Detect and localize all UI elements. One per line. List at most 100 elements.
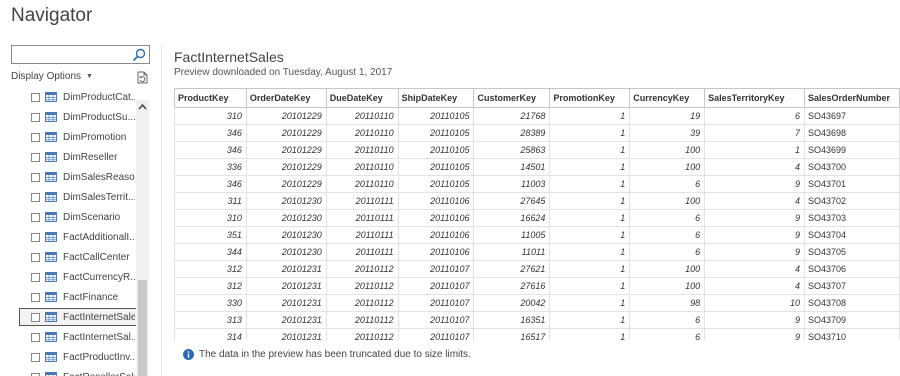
tree-item[interactable]: DimProductSu... — [19, 108, 145, 126]
tree-item[interactable]: FactFinance — [19, 288, 145, 306]
table-row: 314 20101231 20110112 20110107 16517 1 6 9 SO437… — [174, 328, 900, 340]
tree-item[interactable]: DimReseller — [19, 148, 145, 166]
preview-table: ProductKey OrderDateKey DueDateKey ShipDate… — [174, 88, 900, 340]
table-cell: 20042 — [473, 294, 551, 312]
tree-item-checkbox[interactable] — [31, 312, 40, 322]
tree-item-checkbox[interactable] — [31, 232, 40, 242]
table-cell: 20110105 — [397, 141, 475, 159]
column-header[interactable]: ShipDateKey — [397, 88, 475, 108]
table-cell: 310 — [174, 209, 247, 227]
column-header[interactable]: PromotionKey — [549, 88, 631, 108]
table-cell: 20110105 — [397, 124, 475, 142]
column-header[interactable]: SalesTerritoryKey — [704, 88, 805, 108]
scrollbar-thumb[interactable] — [138, 280, 147, 376]
table-cell: SO43699 — [803, 141, 900, 159]
preview-table-container[interactable]: ProductKey OrderDateKey DueDateKey ShipDate… — [174, 88, 900, 340]
table-cell: 336 — [174, 158, 247, 176]
table-cell: 1 — [549, 192, 631, 210]
tree-item-checkbox[interactable] — [31, 372, 40, 376]
table-cell: 100 — [629, 158, 706, 176]
table-cell: 10 — [704, 294, 805, 312]
column-header[interactable]: CurrencyKey — [629, 88, 706, 108]
tree-item[interactable]: FactCallCenter — [19, 248, 145, 266]
column-header[interactable]: ProductKey — [174, 88, 247, 108]
table-cell: 20110107 — [397, 260, 475, 278]
table-cell: 1 — [704, 141, 805, 159]
tree-item-checkbox[interactable] — [31, 132, 40, 142]
table-cell: 6 — [704, 107, 805, 125]
tree-item[interactable]: DimSalesReason — [19, 168, 145, 186]
table-cell: 20101229 — [245, 175, 327, 193]
column-header[interactable]: OrderDateKey — [245, 88, 327, 108]
tree-item-checkbox[interactable] — [31, 112, 40, 122]
table-cell: SO43710 — [803, 328, 900, 340]
column-header[interactable]: DueDateKey — [325, 88, 399, 108]
table-row: 351 20101230 20110111 20110106 11005 1 6 9 SO437… — [174, 226, 900, 244]
tree-item-checkbox[interactable] — [31, 92, 40, 102]
tree-item[interactable]: FactInternetSales — [19, 308, 145, 326]
tree-item-checkbox[interactable] — [31, 152, 40, 162]
navigator-tree: DimProductCat... DimProductSu... DimPromot… — [11, 87, 150, 376]
table-cell: SO43707 — [803, 277, 900, 295]
truncation-notice: The data in the preview has been truncat… — [183, 349, 471, 360]
tree-item-checkbox[interactable] — [31, 332, 40, 342]
table-cell: 27621 — [473, 260, 551, 278]
table-cell: 11011 — [473, 243, 551, 261]
tree-item[interactable]: DimPromotion — [19, 128, 145, 146]
table-cell: 312 — [174, 260, 247, 278]
display-options-dropdown[interactable]: Display Options ▼ — [11, 71, 93, 82]
search-icon[interactable] — [132, 48, 146, 62]
search-input[interactable] — [12, 47, 130, 65]
preview-title: FactInternetSales — [174, 49, 284, 65]
table-cell: 1 — [549, 226, 631, 244]
table-cell: 20101229 — [245, 141, 327, 159]
table-cell: 20101231 — [245, 328, 327, 340]
table-cell: 1 — [549, 260, 631, 278]
tree-item[interactable]: FactInternetSal... — [19, 328, 145, 346]
table-cell: 20110110 — [325, 107, 399, 125]
tree-item-label: DimReseller — [63, 151, 118, 163]
tree-item[interactable]: DimProductCat... — [19, 88, 145, 106]
column-header[interactable]: CustomerKey — [473, 88, 551, 108]
tree-item-checkbox[interactable] — [31, 272, 40, 282]
tree-item[interactable]: FactCurrencyR... — [19, 268, 145, 286]
display-options-label: Display Options — [11, 71, 82, 82]
table-cell: SO43697 — [803, 107, 900, 125]
table-row: 336 20101229 20110110 20110105 14501 1 100 4 SO4… — [174, 158, 900, 176]
table-cell: 39 — [629, 124, 706, 142]
table-cell: 20110106 — [397, 192, 475, 210]
column-header[interactable]: SalesOrderNumber — [803, 88, 900, 108]
tree-item-checkbox[interactable] — [31, 292, 40, 302]
scroll-up-icon[interactable] — [137, 102, 148, 112]
table-cell: 98 — [629, 294, 706, 312]
table-cell: 20110106 — [397, 209, 475, 227]
tree-item[interactable]: FactAdditionalI... — [19, 228, 145, 246]
table-cell: 100 — [629, 141, 706, 159]
table-cell: 1 — [549, 294, 631, 312]
tree-item[interactable]: DimScenario — [19, 208, 145, 226]
tree-item[interactable]: FactResellerSales — [19, 368, 145, 376]
table-cell: 100 — [629, 260, 706, 278]
refresh-icon[interactable] — [135, 70, 150, 85]
table-icon — [45, 152, 57, 162]
tree-item-checkbox[interactable] — [31, 352, 40, 362]
tree-item-checkbox[interactable] — [31, 172, 40, 182]
tree-item-label: FactResellerSales — [63, 372, 135, 376]
tree-item-checkbox[interactable] — [31, 252, 40, 262]
tree-item-checkbox[interactable] — [31, 192, 40, 202]
table-cell: 6 — [629, 175, 706, 193]
table-cell: 19 — [629, 107, 706, 125]
table-cell: 16624 — [473, 209, 551, 227]
search-box[interactable] — [11, 45, 150, 65]
table-cell: 4 — [704, 192, 805, 210]
tree-scrollbar[interactable] — [136, 100, 149, 376]
table-cell: 20101230 — [245, 243, 327, 261]
table-row: 312 20101231 20110112 20110107 27616 1 100 4 SO4… — [174, 277, 900, 295]
table-row: 312 20101231 20110112 20110107 27621 1 100 4 SO4… — [174, 260, 900, 278]
tree-item-checkbox[interactable] — [31, 212, 40, 222]
tree-item[interactable]: DimSalesTerrit... — [19, 188, 145, 206]
pane-divider[interactable] — [161, 44, 162, 376]
tree-item-label: FactInternetSales — [63, 311, 135, 323]
tree-item[interactable]: FactProductInv... — [19, 348, 145, 366]
tree-item-label: FactFinance — [63, 291, 119, 303]
